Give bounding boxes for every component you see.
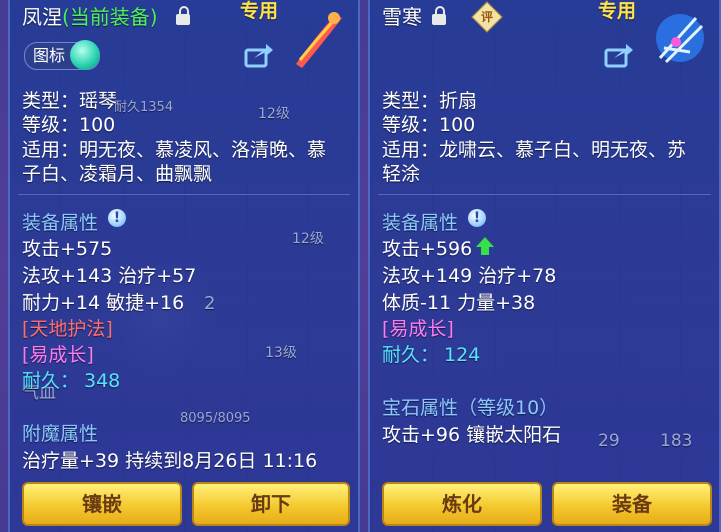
equip-attr-title: 装备属性 (382, 212, 459, 234)
applies-line-2: 轻涂 (382, 163, 421, 185)
item-art-icon (296, 12, 342, 68)
attr-magic-heal: 法攻+149 治疗+78 (382, 265, 557, 287)
bg-hp-value: 8095/8095 (180, 411, 251, 426)
refine-button[interactable]: 炼化 (382, 482, 542, 526)
attr-magic-heal: 法攻+143 治疗+57 (22, 265, 197, 287)
bg-level-text: 12级 (292, 231, 324, 247)
current-item-tooltip: 耐久1354 12级 12级 13级 2 气血 8095/8095 凤涅 (当前… (8, 0, 360, 532)
item-level: 等级：100 (382, 114, 476, 136)
item-art-icon (656, 14, 704, 64)
gem-attr-title: 宝石属性（等级10） (382, 397, 559, 419)
durability-value: 124 (444, 344, 481, 366)
attr-attack: 攻击+596 (382, 238, 473, 260)
info-icon[interactable]: ! (108, 209, 126, 227)
durability-label: 耐久： (22, 370, 80, 392)
durability-label: 耐久： (382, 344, 440, 366)
rate-icon[interactable]: 评 (471, 1, 503, 33)
attr-attack: 攻击+575 (22, 238, 113, 260)
bg-level-text: 13级 (265, 345, 297, 361)
growth-tag: [易成长] (22, 344, 94, 366)
compare-item-tooltip: 29 183 雪寒 评 专用 类型：折扇 等级：100 适用：龙啸云、慕子白、明… (368, 0, 721, 532)
inlay-button[interactable]: 镶嵌 (22, 482, 182, 526)
applies-line-1: 适用：明无夜、慕凌风、洛清晚、慕 (22, 139, 327, 161)
unequip-button[interactable]: 卸下 (192, 482, 350, 526)
skill-tag: [天地护法] (22, 318, 113, 340)
bg-count-text: 29 (598, 431, 620, 451)
bg-count-text: 2 (204, 293, 216, 314)
item-type: 类型：瑶琴 (22, 90, 118, 112)
lock-icon[interactable] (432, 6, 446, 25)
increase-arrow-icon (476, 237, 494, 255)
share-icon[interactable] (604, 42, 634, 68)
attr-physique-strength: 体质-11 力量+38 (382, 292, 536, 314)
exclusive-label: 专用 (598, 0, 637, 22)
item-name: 凤涅 (22, 5, 62, 29)
exclusive-label: 专用 (240, 0, 279, 22)
toggle-orb-icon[interactable] (70, 40, 100, 70)
item-name: 雪寒 (382, 5, 422, 29)
bg-durability-text: 耐久1354 (114, 100, 174, 115)
applies-line-2: 子白、凌霜月、曲飘飘 (22, 163, 213, 185)
enchant-effect: 治疗量+39 持续到8月26日 11:16 (22, 450, 318, 472)
attr-stamina-agility: 耐力+14 敏捷+16 (22, 292, 185, 314)
equip-attr-title: 装备属性 (22, 212, 99, 234)
durability-value: 348 (84, 370, 121, 392)
applies-line-1: 适用：龙啸云、慕子白、明无夜、苏 (382, 139, 687, 161)
divider (378, 194, 711, 195)
gem-effect: 攻击+96 镶嵌太阳石 (382, 424, 562, 446)
item-level: 等级：100 (22, 114, 116, 136)
bg-count-text: 183 (660, 431, 693, 451)
bg-level-text: 12级 (258, 106, 290, 122)
divider (18, 194, 350, 195)
share-icon[interactable] (244, 42, 274, 68)
item-type: 类型：折扇 (382, 90, 478, 112)
enchant-attr-title: 附魔属性 (22, 423, 99, 445)
icon-toggle-label: 图标 (33, 46, 66, 65)
lock-icon[interactable] (176, 6, 190, 25)
equip-button[interactable]: 装备 (552, 482, 712, 526)
info-icon[interactable]: ! (468, 209, 486, 227)
equipped-status: (当前装备) (62, 5, 158, 29)
growth-tag: [易成长] (382, 318, 454, 340)
